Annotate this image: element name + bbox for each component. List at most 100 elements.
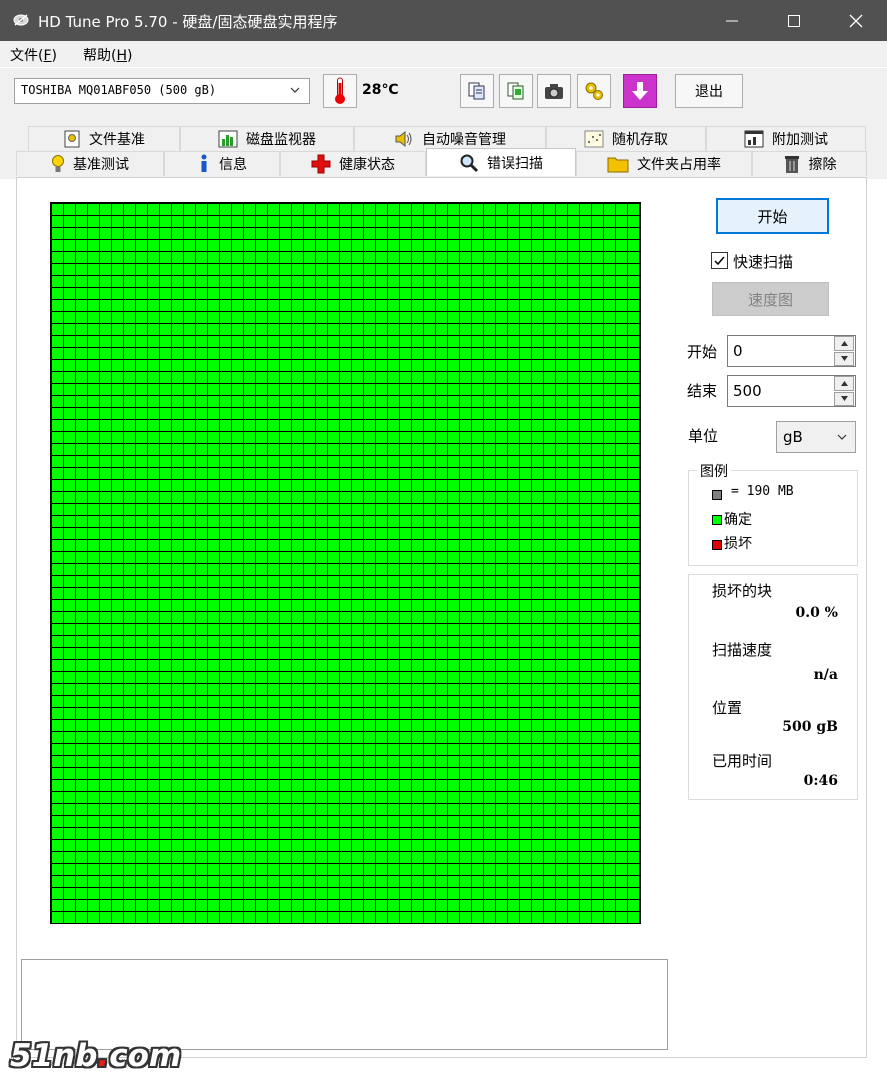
- close-icon: [849, 14, 863, 27]
- triangle-down-icon: [840, 356, 848, 362]
- start-field-label: 开始: [687, 343, 718, 361]
- elapsed-time-label: 已用时间: [712, 752, 773, 770]
- elapsed-time-value: 0:46: [803, 773, 838, 789]
- legend-block-size: = 190 MB: [731, 484, 794, 499]
- minimize-button[interactable]: [701, 0, 763, 41]
- tab-label: 信息: [219, 157, 247, 173]
- watermark-dot: .: [97, 1038, 110, 1074]
- watermark-text: 51nb: [10, 1038, 98, 1074]
- menu-help-hotkey: H: [116, 48, 127, 64]
- tab-label: 文件夹占用率: [637, 157, 721, 173]
- bar-chart-icon: [218, 130, 238, 148]
- lightbulb-icon: [52, 155, 64, 172]
- tab-health[interactable]: 健康状态: [280, 151, 426, 176]
- exit-button[interactable]: 退出: [675, 74, 743, 108]
- window-chart-icon: [744, 130, 764, 148]
- legend-ok-label: 确定: [724, 512, 752, 528]
- position-value: 500 gB: [782, 719, 838, 735]
- legend-title: 图例: [697, 461, 731, 481]
- tab-label: 健康状态: [339, 157, 395, 173]
- tab-label: 随机存取: [612, 132, 668, 148]
- speed-map-button[interactable]: 速度图: [712, 282, 829, 316]
- info-icon: [201, 154, 207, 172]
- magnifier-icon: [460, 154, 479, 172]
- screenshot-button[interactable]: [537, 74, 571, 108]
- app-icon: [13, 14, 29, 26]
- temperature-value: 28℃: [362, 82, 399, 98]
- scan-log[interactable]: [21, 959, 668, 1050]
- watermark-logo: 51nb.com: [10, 1038, 181, 1074]
- copy-icon: [468, 82, 485, 100]
- tab-label: 自动噪音管理: [422, 132, 506, 148]
- clipboard-icon: [507, 82, 524, 100]
- legend-damaged-label: 损坏: [724, 536, 752, 552]
- folder-icon: [607, 157, 629, 173]
- arrow-down-icon: [632, 82, 648, 100]
- menu-bar: [0, 41, 887, 67]
- minimize-icon: [726, 20, 738, 21]
- close-button[interactable]: [825, 0, 887, 41]
- scatter-icon: [584, 130, 604, 148]
- tab-info[interactable]: 信息: [164, 151, 280, 176]
- thermometer-icon: [335, 77, 345, 104]
- tab-label: 错误扫描: [487, 155, 543, 172]
- menu-file-label: 文件(: [10, 48, 44, 64]
- maximize-icon: [788, 14, 800, 27]
- unit-label: 单位: [688, 427, 719, 445]
- camera-icon: [545, 84, 563, 99]
- red-cross-icon: [311, 154, 331, 174]
- start-scan-button[interactable]: 开始: [716, 198, 829, 234]
- end-field-label: 结束: [687, 382, 718, 400]
- scan-speed-label: 扫描速度: [712, 641, 773, 659]
- chevron-down-icon: [290, 87, 300, 93]
- triangle-down-icon: [840, 396, 848, 402]
- quick-scan-label[interactable]: 快速扫描: [733, 251, 793, 272]
- watermark-text: com: [109, 1038, 182, 1074]
- tab-extra-tests[interactable]: 附加测试: [706, 126, 866, 151]
- legend-ok-swatch: [712, 515, 722, 525]
- legend-damaged-swatch: [712, 540, 722, 550]
- spin-up-button[interactable]: [834, 336, 854, 351]
- checkmark-icon: [714, 256, 725, 266]
- options-button[interactable]: [577, 74, 611, 108]
- menu-file[interactable]: 文件(F): [10, 45, 57, 65]
- tab-file-benchmark[interactable]: 文件基准: [28, 126, 180, 151]
- legend-block-swatch: [712, 490, 722, 500]
- damaged-blocks-value: 0.0 %: [795, 605, 838, 621]
- menu-help[interactable]: 帮助(H): [83, 45, 132, 65]
- menu-help-suffix: ): [127, 48, 133, 64]
- spin-down-button[interactable]: [834, 391, 854, 406]
- menu-file-suffix: ): [51, 48, 57, 64]
- tab-benchmark[interactable]: 基准测试: [16, 151, 164, 176]
- triangle-up-icon: [840, 340, 848, 346]
- position-label: 位置: [712, 699, 743, 717]
- tab-label: 擦除: [808, 157, 837, 173]
- window-title: HD Tune Pro 5.70 - 硬盘/固态硬盘实用程序: [38, 13, 338, 31]
- maximize-button[interactable]: [763, 0, 825, 41]
- tab-label: 附加测试: [772, 132, 828, 148]
- triangle-up-icon: [840, 380, 848, 386]
- tab-erase[interactable]: 擦除: [752, 151, 867, 176]
- gears-icon: [585, 82, 603, 100]
- temperature-button[interactable]: [323, 74, 357, 108]
- tab-folder-usage[interactable]: 文件夹占用率: [576, 151, 752, 176]
- spin-up-button[interactable]: [834, 376, 854, 391]
- tab-label: 磁盘监视器: [246, 132, 316, 148]
- damaged-blocks-label: 损坏的块: [712, 582, 773, 600]
- start-position-spinner[interactable]: [834, 336, 854, 366]
- copy-info-button[interactable]: [499, 74, 533, 108]
- speaker-icon: [395, 130, 412, 148]
- tab-label: 基准测试: [73, 157, 129, 173]
- copy-text-button[interactable]: [460, 74, 494, 108]
- end-position-spinner[interactable]: [834, 376, 854, 406]
- tab-error-scan[interactable]: 错误扫描: [426, 148, 576, 176]
- spin-down-button[interactable]: [834, 351, 854, 366]
- save-button[interactable]: [623, 74, 657, 108]
- menu-file-hotkey: F: [43, 48, 52, 64]
- tab-label: 文件基准: [89, 132, 145, 148]
- drive-select[interactable]: TOSHIBA MQ01ABF050 (500 gB): [14, 78, 310, 104]
- menu-help-label: 帮助(: [83, 48, 117, 64]
- scan-block-grid: [50, 202, 641, 924]
- quick-scan-checkbox[interactable]: [711, 252, 728, 269]
- tab-disk-monitor[interactable]: 磁盘监视器: [180, 126, 354, 151]
